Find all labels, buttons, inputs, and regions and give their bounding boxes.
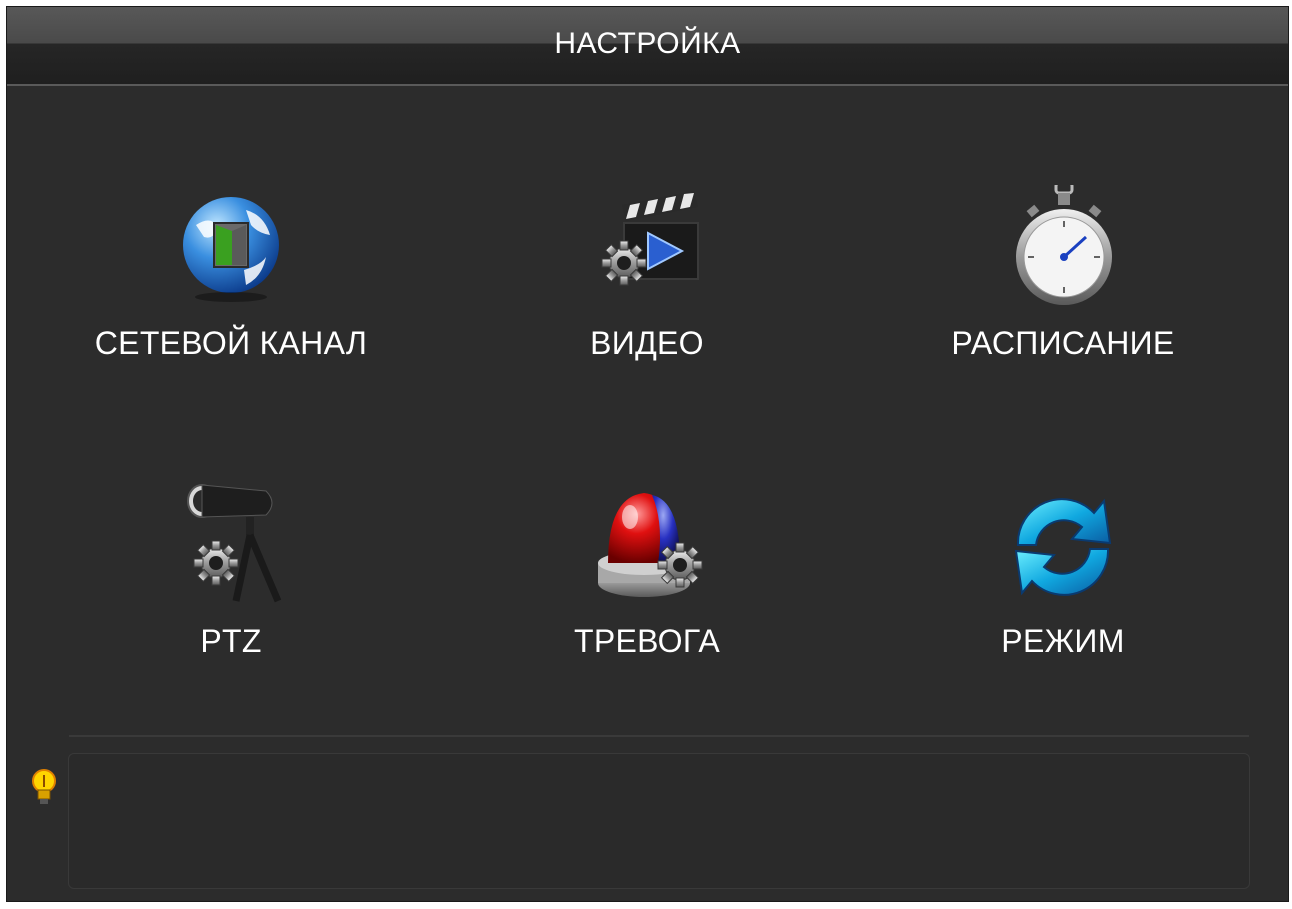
menu-item-schedule[interactable]: РАСПИСАНИЕ <box>873 185 1253 405</box>
lightbulb-icon <box>30 767 58 807</box>
tip-message-box <box>68 753 1250 889</box>
settings-window: НАСТРОЙКА СЕТЕВОЙ КАНАЛ ВИДЕО РАСПИСАНИЕ… <box>6 6 1289 902</box>
refresh-arrows-icon <box>998 483 1128 613</box>
menu-item-label: СЕТЕВОЙ КАНАЛ <box>94 325 368 361</box>
title-bar: НАСТРОЙКА <box>7 7 1288 86</box>
alarm-siren-gear-icon <box>582 483 712 613</box>
tip-divider <box>69 735 1249 737</box>
menu-item-label: PTZ <box>200 623 262 659</box>
video-clapper-gear-icon <box>582 185 712 315</box>
menu-item-network[interactable]: СЕТЕВОЙ КАНАЛ <box>41 185 421 405</box>
menu-item-video[interactable]: ВИДЕО <box>457 185 837 405</box>
window-title: НАСТРОЙКА <box>554 27 741 60</box>
menu-item-label: РЕЖИМ <box>1001 623 1125 659</box>
menu-item-label: ТРЕВОГА <box>573 623 721 659</box>
menu-item-ptz[interactable]: PTZ <box>41 483 421 703</box>
menu-item-label: РАСПИСАНИЕ <box>951 325 1175 361</box>
menu-item-alarm[interactable]: ТРЕВОГА <box>457 483 837 703</box>
ptz-camera-gear-icon <box>166 483 296 613</box>
menu-item-label: ВИДЕО <box>590 325 704 361</box>
network-globe-icon <box>166 185 296 315</box>
menu-item-mode[interactable]: РЕЖИМ <box>873 483 1253 703</box>
stopwatch-icon <box>998 185 1128 315</box>
